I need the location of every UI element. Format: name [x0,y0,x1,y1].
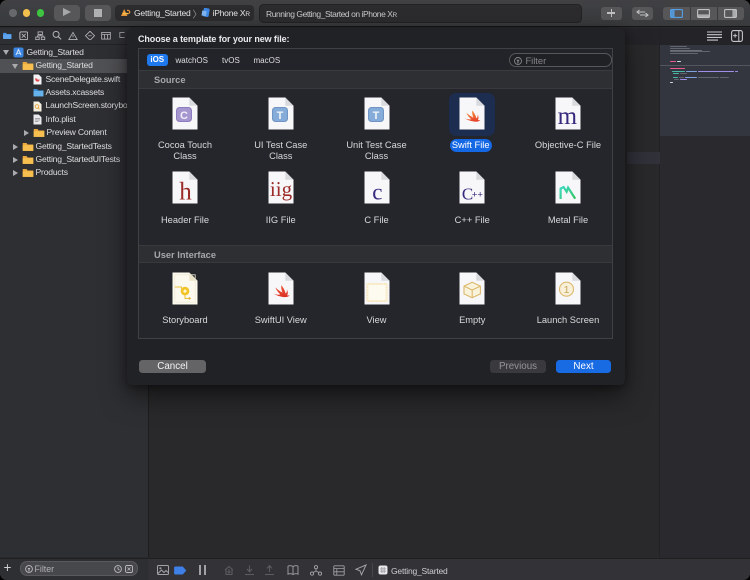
svg-text:m: m [558,103,578,130]
svg-text:iig: iig [270,177,293,201]
svg-text:C: C [180,110,188,122]
svg-text:++: ++ [472,189,484,200]
svg-text:T: T [276,110,283,122]
svg-text:T: T [372,110,379,122]
svg-text:c: c [372,179,382,204]
svg-text:h: h [179,179,192,204]
svg-text:1: 1 [564,284,570,296]
